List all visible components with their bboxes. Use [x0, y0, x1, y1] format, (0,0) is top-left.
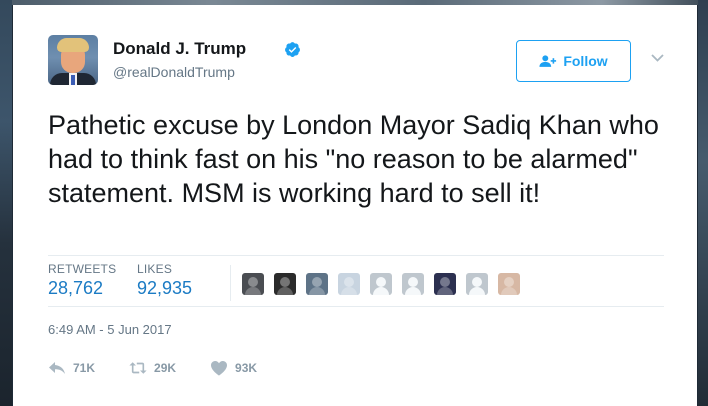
likes-label: LIKES	[137, 262, 173, 276]
chevron-down-icon[interactable]	[651, 54, 664, 62]
heart-icon	[211, 361, 228, 376]
tweet-text: Pathetic excuse by London Mayor Sadiq Kh…	[48, 110, 659, 208]
user-name[interactable]: Donald J. Trump	[113, 39, 246, 59]
liker-avatar[interactable]	[434, 273, 456, 295]
liker-avatar[interactable]	[370, 273, 392, 295]
background-left	[0, 0, 12, 406]
follow-label: Follow	[563, 53, 608, 69]
reply-count: 71K	[73, 361, 96, 375]
liker-avatar[interactable]	[242, 273, 264, 295]
like-button[interactable]: 93K	[210, 360, 257, 376]
likes-count[interactable]: 92,935	[137, 278, 192, 299]
user-handle[interactable]: @realDonaldTrump	[113, 64, 235, 80]
verified-badge-icon	[285, 42, 300, 57]
action-bar: 71K 29K 93K	[48, 360, 291, 376]
reply-button[interactable]: 71K	[48, 360, 95, 376]
stat-separator	[230, 265, 231, 301]
retweets-count[interactable]: 28,762	[48, 278, 103, 299]
divider	[48, 255, 664, 256]
tweet-card: Donald J. Trump @realDonaldTrump Follow …	[13, 5, 697, 406]
divider	[48, 306, 664, 307]
retweet-button[interactable]: 29K	[129, 360, 176, 376]
reply-icon	[49, 362, 65, 374]
liker-avatar[interactable]	[498, 273, 520, 295]
liker-avatar[interactable]	[338, 273, 360, 295]
liker-avatars	[242, 273, 520, 297]
retweet-icon	[129, 362, 147, 374]
liker-avatar[interactable]	[466, 273, 488, 295]
timestamp[interactable]: 6:49 AM - 5 Jun 2017	[48, 322, 172, 337]
retweet-count: 29K	[154, 361, 177, 375]
add-user-icon	[539, 55, 557, 67]
background-right	[698, 0, 708, 406]
follow-button[interactable]: Follow	[516, 40, 631, 82]
like-count: 93K	[235, 361, 258, 375]
retweets-label: RETWEETS	[48, 262, 117, 276]
liker-avatar[interactable]	[402, 273, 424, 295]
liker-avatar[interactable]	[306, 273, 328, 295]
liker-avatar[interactable]	[274, 273, 296, 295]
avatar[interactable]	[48, 35, 98, 85]
